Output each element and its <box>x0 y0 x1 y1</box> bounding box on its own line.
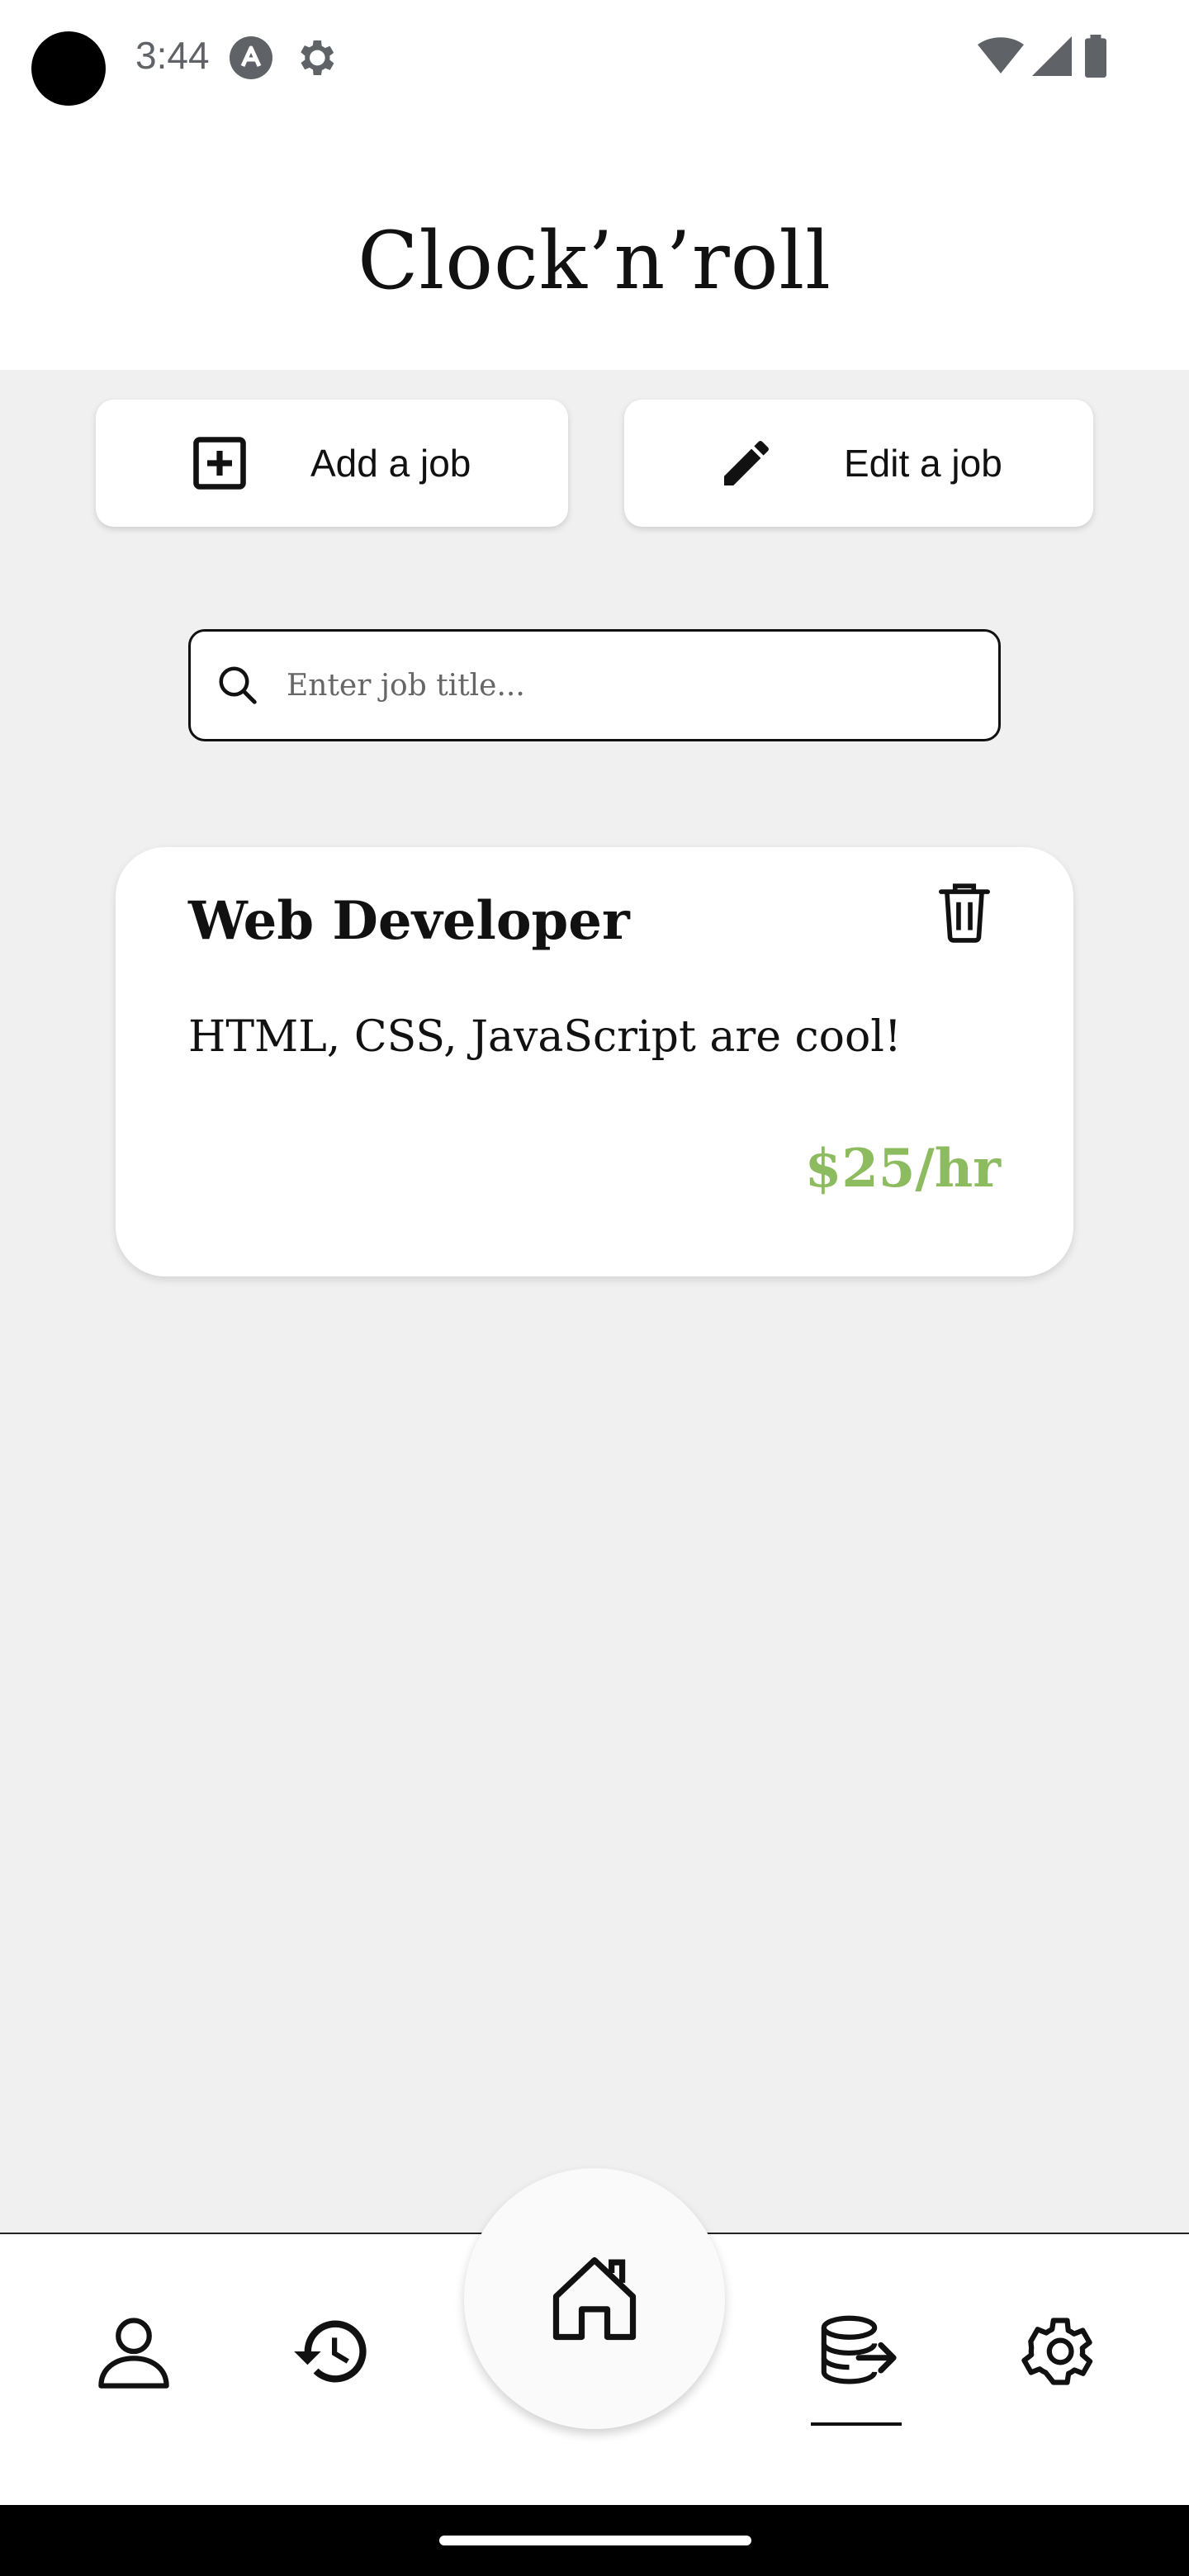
search-icon <box>216 663 260 708</box>
app-title: Clock’n’roll <box>358 215 831 307</box>
settings-gear-icon <box>292 35 339 85</box>
add-job-label: Add a job <box>310 442 471 485</box>
nav-settings[interactable] <box>1016 2310 1098 2397</box>
app-badge-icon <box>228 35 274 85</box>
wifi-icon <box>978 36 1024 80</box>
edit-job-label: Edit a job <box>844 442 1002 485</box>
edit-job-button[interactable]: Edit a job <box>624 400 1093 527</box>
job-rate: $25/hr <box>804 1138 1001 1200</box>
add-job-button[interactable]: Add a job <box>96 400 568 527</box>
nav-profile[interactable] <box>92 2310 175 2397</box>
job-card[interactable]: Web Developer HTML, CSS, JavaScript are … <box>116 847 1073 1276</box>
signal-icon <box>1032 36 1072 80</box>
settings-icon <box>1021 2318 1093 2385</box>
jobs-database-icon <box>821 2315 897 2384</box>
nav-jobs[interactable] <box>817 2313 900 2394</box>
pencil-icon <box>717 433 776 493</box>
nav-history[interactable] <box>291 2310 373 2397</box>
camera-cutout <box>31 31 106 106</box>
home-button[interactable] <box>464 2168 725 2429</box>
gesture-home-handle[interactable] <box>439 2536 751 2545</box>
battery-icon <box>1085 35 1106 82</box>
home-icon <box>552 2256 637 2341</box>
status-bar: 3:44 <box>0 0 1189 116</box>
add-box-icon <box>190 433 249 493</box>
app-header: Clock’n’roll <box>0 116 1189 370</box>
trash-icon <box>939 883 990 943</box>
job-description: HTML, CSS, JavaScript are cool! <box>188 1012 902 1062</box>
delete-job-button[interactable] <box>936 880 992 947</box>
profile-icon <box>98 2318 169 2389</box>
job-search-field[interactable] <box>188 629 1001 741</box>
status-time: 3:44 <box>135 34 210 77</box>
active-tab-indicator <box>811 2422 902 2426</box>
job-title: Web Developer <box>188 890 630 952</box>
search-input[interactable] <box>285 631 998 740</box>
history-icon <box>294 2320 367 2383</box>
